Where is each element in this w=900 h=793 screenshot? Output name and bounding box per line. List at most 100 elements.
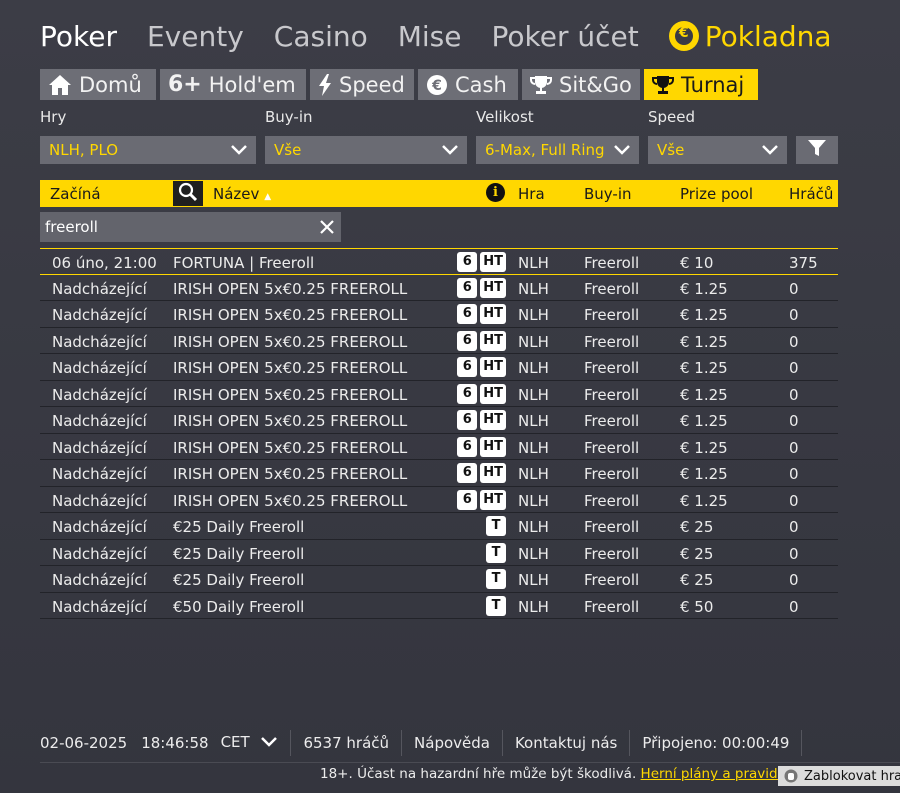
cell-game: NLH xyxy=(518,332,549,351)
game-type-badge: HT xyxy=(480,304,506,324)
tab-cash[interactable]: € Cash xyxy=(418,69,518,100)
timezone-select[interactable]: CET xyxy=(221,733,279,753)
cell-game: NLH xyxy=(518,438,549,457)
table-row[interactable]: Nadcházející €25 Daily Freeroll NLH Freerol… xyxy=(40,566,838,593)
footer-players: 6537 hráčů xyxy=(291,730,403,756)
euro-icon: € xyxy=(426,74,448,96)
filter-bar: Hry NLH, PLO Buy-in Vše Velikost 6-Max, … xyxy=(40,108,840,166)
nav-missions[interactable]: Mise xyxy=(398,20,462,53)
col-prize-pool[interactable]: Prize pool xyxy=(680,185,753,203)
filter-button[interactable] xyxy=(796,136,838,164)
disclaimer-text: 18+. Účast na hazardní hře může být škod… xyxy=(320,766,637,782)
col-players[interactable]: Hráčů xyxy=(789,185,833,203)
filter-speed-value: Vše xyxy=(657,141,685,159)
cell-players: 0 xyxy=(789,491,799,510)
gambling-disclaimer: 18+. Účast na hazardní hře může být škod… xyxy=(320,766,794,782)
table-row[interactable]: Nadcházející IRISH OPEN 5x€0.25 FREEROLL N… xyxy=(40,328,838,354)
cell-prize: € 1.25 xyxy=(680,279,728,298)
nav-poker[interactable]: Poker xyxy=(40,20,117,53)
cell-prize: € 50 xyxy=(680,597,714,616)
game-type-badges: 6 HT xyxy=(454,436,506,457)
filter-speed-select[interactable]: Vše xyxy=(648,136,787,164)
tournament-list: 06 úno, 21:00 FORTUNA | Freeroll NLH Freero… xyxy=(40,248,838,619)
nav-casino[interactable]: Casino xyxy=(274,20,368,53)
filter-buyin-select[interactable]: Vše xyxy=(265,136,467,164)
cell-starts: Nadcházející xyxy=(52,332,147,351)
close-icon[interactable] xyxy=(319,219,335,239)
table-row[interactable]: Nadcházející €25 Daily Freeroll NLH Freerol… xyxy=(40,513,838,540)
game-type-badge: 6 xyxy=(457,252,478,272)
nav-poker-account[interactable]: Poker účet xyxy=(492,20,639,53)
cell-game: NLH xyxy=(518,571,549,589)
tab-speed[interactable]: Speed xyxy=(310,69,414,100)
table-row[interactable]: Nadcházející IRISH OPEN 5x€0.25 FREEROLL N… xyxy=(40,381,838,407)
cell-starts: Nadcházející xyxy=(52,544,147,563)
tab-sitgo[interactable]: Sit&Go xyxy=(522,69,640,100)
game-type-badge: HT xyxy=(480,252,506,272)
tab-holdem[interactable]: 6+ Hold'em xyxy=(160,69,306,100)
cell-buyin: Freeroll xyxy=(584,597,640,616)
game-type-badges: 6 HT xyxy=(454,252,506,272)
six-plus-icon: 6+ xyxy=(168,72,202,97)
info-icon[interactable]: i xyxy=(486,183,505,202)
game-type-badge: 6 xyxy=(457,357,478,377)
table-row[interactable]: Nadcházející IRISH OPEN 5x€0.25 FREEROLL N… xyxy=(40,275,838,301)
cell-game: NLH xyxy=(518,465,549,483)
table-row[interactable]: Nadcházející IRISH OPEN 5x€0.25 FREEROLL N… xyxy=(40,460,838,487)
cell-prize: € 1.25 xyxy=(680,412,728,430)
col-buyin[interactable]: Buy-in xyxy=(584,185,632,203)
cell-prize: € 1.25 xyxy=(680,438,728,457)
filter-speed-label: Speed xyxy=(648,108,696,126)
table-row[interactable]: Nadcházející IRISH OPEN 5x€0.25 FREEROLL N… xyxy=(40,487,838,513)
cell-name: €25 Daily Freeroll xyxy=(173,518,305,536)
cell-buyin: Freeroll xyxy=(584,279,640,298)
cell-players: 0 xyxy=(789,597,799,616)
cell-starts: 06 úno, 21:00 xyxy=(52,254,157,272)
cell-name: €25 Daily Freeroll xyxy=(173,544,305,563)
cell-name: IRISH OPEN 5x€0.25 FREEROLL xyxy=(173,306,408,324)
table-row[interactable]: Nadcházející IRISH OPEN 5x€0.25 FREEROLL N… xyxy=(40,407,838,434)
tab-home[interactable]: Domů xyxy=(40,69,156,100)
tab-holdem-label: Hold'em xyxy=(208,72,296,97)
col-game[interactable]: Hra xyxy=(518,185,545,203)
game-type-badge: 6 xyxy=(457,304,478,324)
tab-tournament-label: Turnaj xyxy=(681,72,745,97)
game-type-badges: 6 HT xyxy=(454,410,506,430)
search-icon xyxy=(178,182,198,206)
cell-name: IRISH OPEN 5x€0.25 FREEROLL xyxy=(173,412,408,430)
table-row[interactable]: Nadcházející IRISH OPEN 5x€0.25 FREEROLL N… xyxy=(40,434,838,460)
chevron-down-icon xyxy=(761,141,779,163)
game-type-badge: 6 xyxy=(457,436,478,457)
footer-time: 18:46:58 xyxy=(141,734,209,752)
chevron-down-icon xyxy=(613,141,631,163)
sort-asc-icon: ▲ xyxy=(264,192,272,202)
table-row[interactable]: Nadcházející IRISH OPEN 5x€0.25 FREEROLL N… xyxy=(40,354,838,381)
filter-size-label: Velikost xyxy=(476,108,534,126)
chevron-down-icon xyxy=(441,141,459,163)
tab-tournament[interactable]: Turnaj xyxy=(644,69,758,100)
footer-contact-link[interactable]: Kontaktuj nás xyxy=(503,730,631,756)
cell-prize: € 1.25 xyxy=(680,491,728,510)
block-gambling-button[interactable]: Zablokovat hrani xyxy=(778,766,900,786)
filter-size-select[interactable]: 6-Max, Full Ring xyxy=(476,136,639,164)
table-row[interactable]: Nadcházející €50 Daily Freeroll NLH Freerol… xyxy=(40,593,838,619)
table-row[interactable]: Nadcházející €25 Daily Freeroll NLH Freerol… xyxy=(40,540,838,566)
table-row[interactable]: 06 úno, 21:00 FORTUNA | Freeroll NLH Freero… xyxy=(40,248,838,275)
footer-help-link[interactable]: Nápověda xyxy=(402,730,503,756)
name-search-input[interactable] xyxy=(40,212,310,242)
table-row[interactable]: Nadcházející IRISH OPEN 5x€0.25 FREEROLL N… xyxy=(40,301,838,328)
nav-events[interactable]: Eventy xyxy=(147,20,244,53)
game-type-badges: 6 HT xyxy=(454,277,506,298)
cell-starts: Nadcházející xyxy=(52,306,147,324)
filter-games-value: NLH, PLO xyxy=(49,141,119,159)
cell-starts: Nadcházející xyxy=(52,491,147,510)
cell-starts: Nadcházející xyxy=(52,518,147,536)
nav-cashier[interactable]: Pokladna xyxy=(668,20,832,53)
col-name[interactable]: Název ▲ xyxy=(213,185,271,203)
game-type-badges: 6 HT xyxy=(454,383,506,404)
filter-games-select[interactable]: NLH, PLO xyxy=(40,136,256,164)
col-starts[interactable]: Začíná xyxy=(50,185,101,203)
cell-buyin: Freeroll xyxy=(584,438,640,457)
search-toggle-button[interactable] xyxy=(173,181,203,206)
game-rules-link[interactable]: Herní plány a pravidla. xyxy=(641,766,794,782)
